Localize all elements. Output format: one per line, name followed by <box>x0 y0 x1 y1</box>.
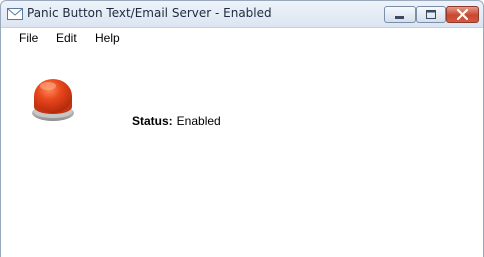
status-line: Status: Enabled <box>132 114 221 128</box>
client-area: File Edit Help Status: Enabled <box>1 27 483 257</box>
title-bar[interactable]: Panic Button Text/Email Server - Enabled <box>1 1 483 27</box>
menu-edit[interactable]: Edit <box>54 31 79 45</box>
menu-bar: File Edit Help <box>1 28 483 48</box>
panic-button[interactable] <box>29 74 81 126</box>
menu-file[interactable]: File <box>17 31 40 45</box>
app-window: Panic Button Text/Email Server - Enabled <box>0 0 484 257</box>
status-value: Enabled <box>176 114 221 128</box>
maximize-button[interactable] <box>416 6 446 23</box>
status-label: Status: <box>132 114 173 128</box>
red-panic-button-icon <box>29 79 81 130</box>
minimize-button[interactable] <box>384 6 416 23</box>
envelope-icon <box>7 6 23 20</box>
window-title: Panic Button Text/Email Server - Enabled <box>27 6 272 20</box>
close-button[interactable] <box>446 6 479 23</box>
menu-help[interactable]: Help <box>93 31 122 45</box>
